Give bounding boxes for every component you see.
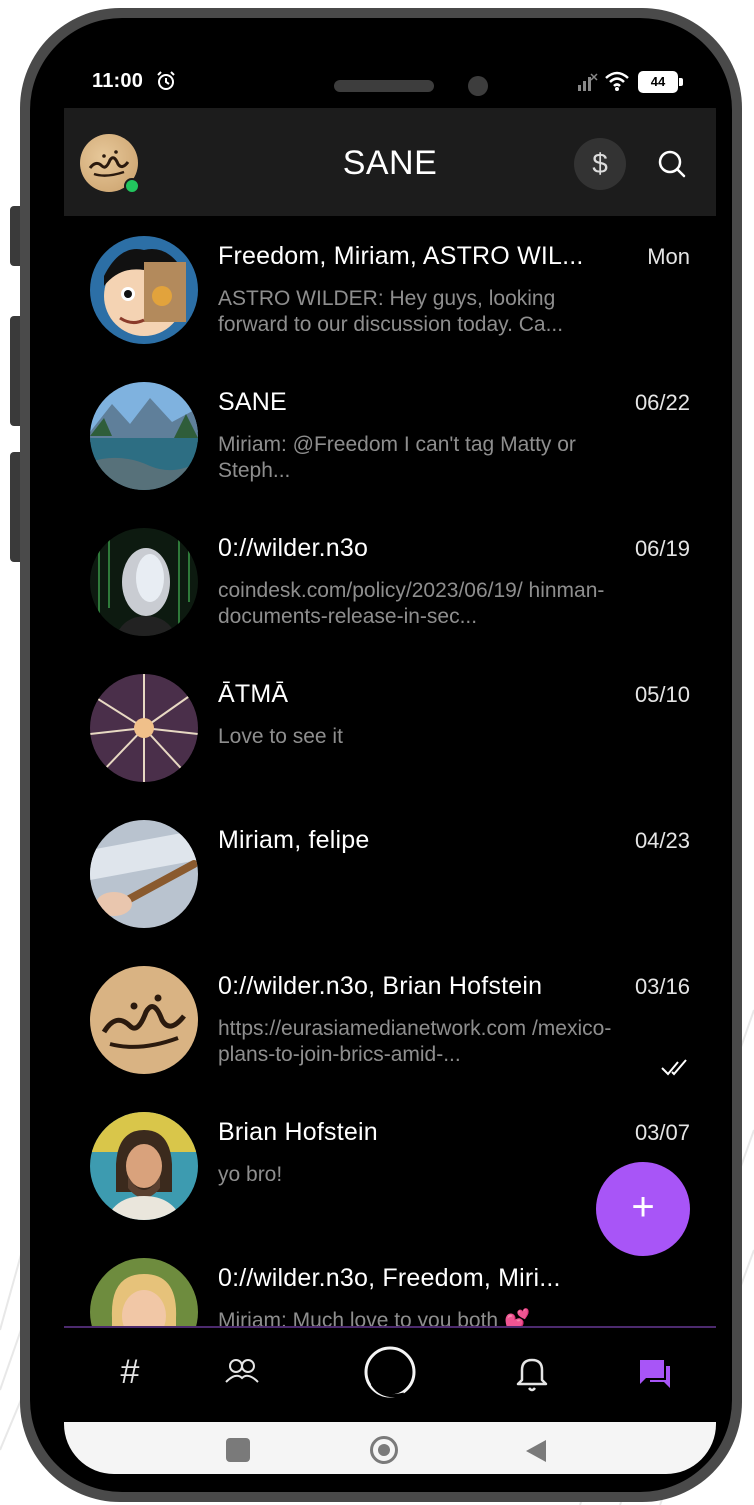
- conversation-title: Miriam, felipe: [218, 826, 370, 854]
- conversation-date: 04/23: [634, 828, 690, 853]
- conversation-item[interactable]: SANE 06/22 Miriam: @Freedom I can't tag …: [64, 362, 716, 508]
- conversation-item[interactable]: 0://wilder.n3o 06/19 coindesk.com/policy…: [64, 508, 716, 654]
- conversation-title: 0://wilder.n3o: [218, 534, 369, 562]
- community-icon[interactable]: [212, 1342, 272, 1402]
- new-message-button[interactable]: +: [596, 1162, 690, 1256]
- conversation-title: ĀTMĀ: [218, 680, 289, 708]
- search-icon[interactable]: [648, 140, 696, 188]
- conversation-date: Mon: [647, 244, 690, 269]
- conversation-title: 0://wilder.n3o, Freedom, Miri...: [218, 1264, 561, 1292]
- wallet-button[interactable]: $: [574, 138, 626, 190]
- conversation-avatar: [90, 1258, 198, 1326]
- phone-bezel: 11:00 44 SANE $ Freedom, Miriam, ASTRO W…: [30, 18, 732, 1492]
- home-ring-icon[interactable]: [360, 1342, 420, 1402]
- back-icon[interactable]: [524, 1438, 548, 1464]
- conversation-item[interactable]: 0://wilder.n3o, Brian Hofstein 03/16 htt…: [64, 946, 716, 1092]
- conversation-title: Brian Hofstein: [218, 1118, 378, 1146]
- double-check-icon: [661, 1059, 687, 1076]
- system-nav-bar: [64, 1422, 716, 1474]
- speaker-grille: [334, 80, 434, 92]
- conversation-avatar: [90, 1112, 198, 1220]
- battery-level: 44: [638, 71, 678, 93]
- conversation-date: 05/10: [634, 682, 690, 707]
- conversation-preview: Love to see it: [218, 725, 343, 748]
- phone-frame: 11:00 44 SANE $ Freedom, Miriam, ASTRO W…: [20, 8, 742, 1502]
- channels-icon[interactable]: #: [100, 1342, 160, 1402]
- conversation-date: 06/22: [634, 390, 690, 415]
- conversation-item[interactable]: ĀTMĀ 05/10 Love to see it: [64, 654, 716, 800]
- system-home-dot: [378, 1444, 390, 1456]
- phone-screen: 11:00 44 SANE $ Freedom, Miriam, ASTRO W…: [64, 62, 716, 1474]
- conversation-preview: Miriam: Much love to you both 💕: [218, 1309, 531, 1326]
- conversation-title: SANE: [218, 388, 287, 416]
- conversation-item[interactable]: Miriam, felipe 04/23: [64, 800, 716, 946]
- battery-cap: [679, 78, 683, 86]
- system-home-icon[interactable]: [370, 1436, 398, 1464]
- status-bar: 11:00 44: [64, 62, 716, 118]
- conversation-preview: ASTRO WILDER: Hey guys, looking forward …: [218, 287, 564, 336]
- conversation-avatar: [90, 382, 198, 490]
- conversation-avatar: [90, 236, 198, 344]
- conversation-preview: https://eurasiamedianetwork.com /mexico-…: [218, 1017, 612, 1066]
- conversation-item[interactable]: 0://wilder.n3o, Freedom, Miri... Miriam:…: [64, 1238, 716, 1326]
- bottom-nav: #: [64, 1328, 716, 1422]
- conversation-avatar: [90, 966, 198, 1074]
- status-time: 11:00: [92, 70, 144, 92]
- conversation-avatar: [90, 528, 198, 636]
- conversation-list: Freedom, Miriam, ASTRO WIL... Mon ASTRO …: [64, 216, 716, 1326]
- conversation-preview: yo bro!: [218, 1163, 283, 1186]
- battery-icon: 44: [638, 71, 684, 93]
- conversation-item[interactable]: Freedom, Miriam, ASTRO WIL... Mon ASTRO …: [64, 216, 716, 362]
- wifi-icon: [605, 71, 629, 91]
- bell-icon[interactable]: [502, 1342, 562, 1402]
- signal-icon: [578, 73, 598, 91]
- app-header: SANE $: [64, 108, 716, 216]
- conversation-preview: Miriam: @Freedom I can't tag Matty or St…: [218, 433, 576, 482]
- alarm-icon: [157, 71, 175, 90]
- conversation-avatar: [90, 674, 198, 782]
- conversation-preview: coindesk.com/policy/2023/06/19/ hinman-d…: [218, 579, 605, 628]
- conversation-date: 06/19: [634, 536, 690, 561]
- front-camera: [468, 76, 488, 96]
- conversation-avatar: [90, 820, 198, 928]
- chat-icon[interactable]: [624, 1342, 684, 1402]
- conversation-title: 0://wilder.n3o, Brian Hofstein: [218, 972, 543, 1000]
- conversation-title: Freedom, Miriam, ASTRO WIL...: [218, 242, 584, 270]
- conversation-date: 03/16: [634, 974, 690, 999]
- recent-apps-icon[interactable]: [226, 1438, 250, 1462]
- conversation-date: 03/07: [634, 1120, 690, 1145]
